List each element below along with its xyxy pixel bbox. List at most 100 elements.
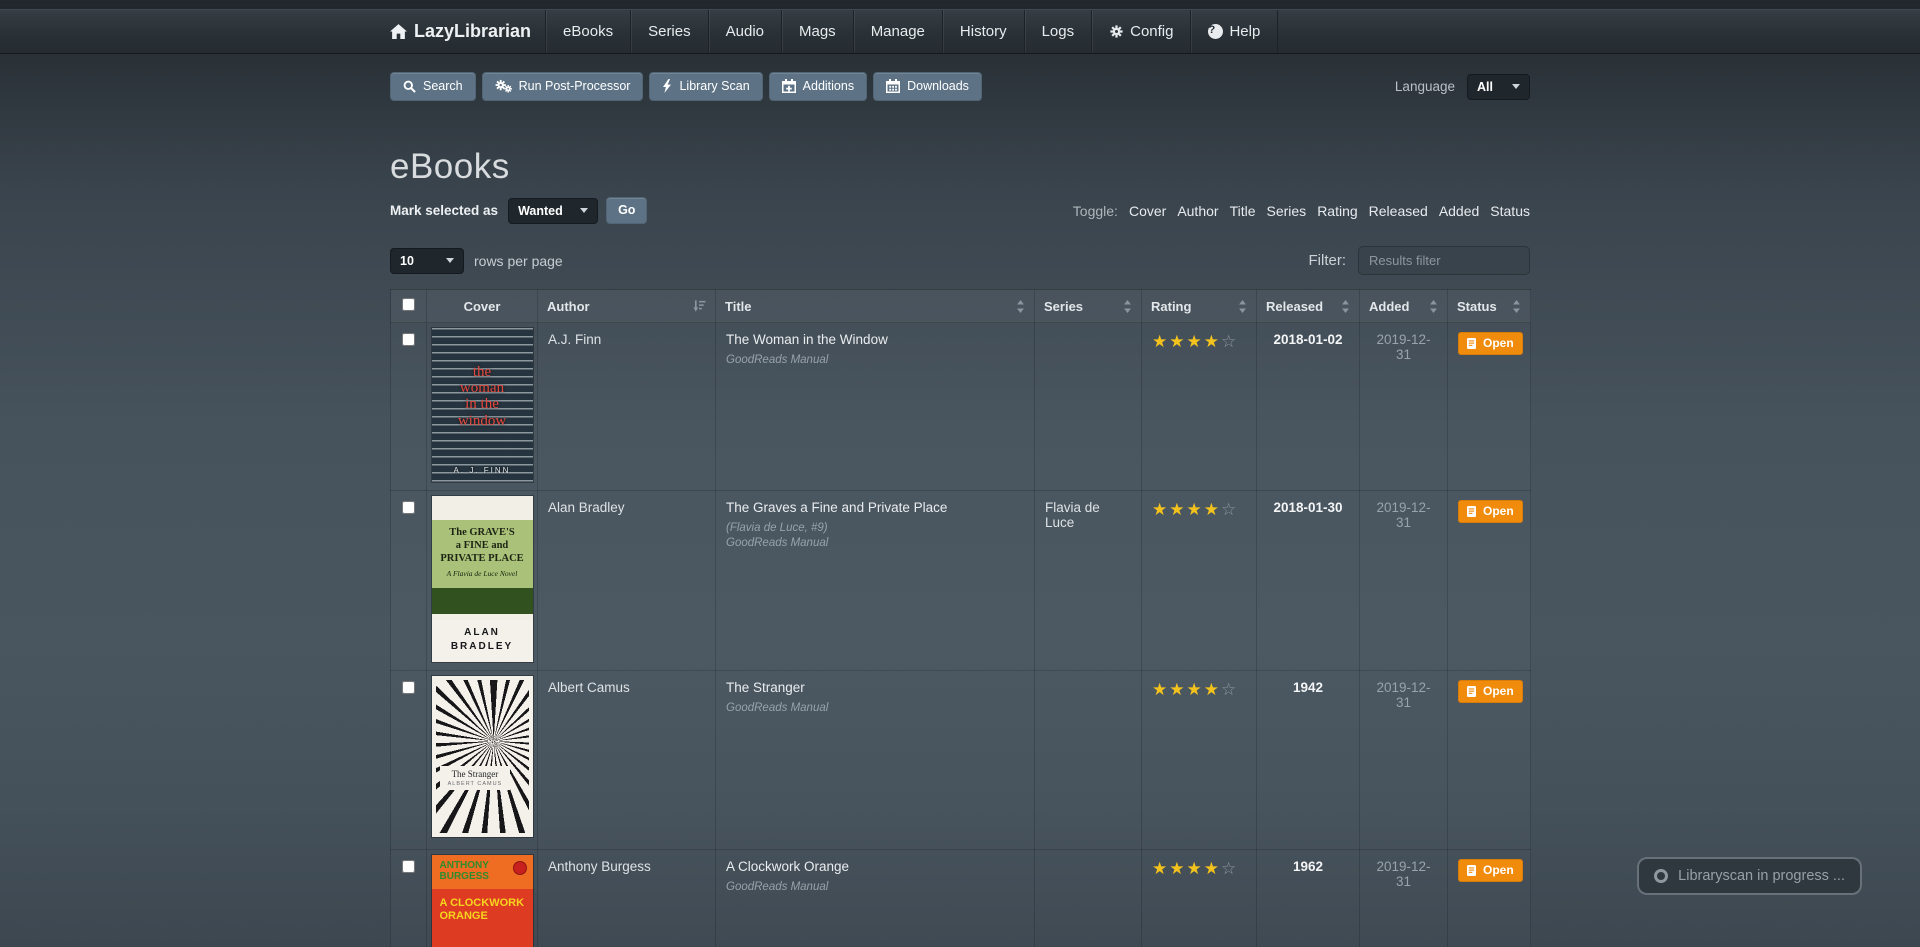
star-filled-icon: ★ <box>1169 500 1186 519</box>
gear-icon <box>1109 24 1124 39</box>
open-button[interactable]: Open <box>1458 680 1523 703</box>
toggle-author[interactable]: Author <box>1177 203 1218 219</box>
header-author[interactable]: Author <box>538 290 716 323</box>
star-filled-icon: ★ <box>1204 500 1221 519</box>
results-filter-input[interactable] <box>1358 246 1530 275</box>
star-empty-icon: ☆ <box>1221 680 1238 699</box>
nav-item-history[interactable]: History <box>942 10 1024 53</box>
toggle-status[interactable]: Status <box>1490 203 1530 219</box>
series-cell <box>1035 671 1142 850</box>
book-icon <box>1467 865 1478 876</box>
book-icon <box>1467 338 1478 349</box>
added-cell: 2019-12-31 <box>1360 850 1448 947</box>
sort-amount-icon[interactable] <box>693 300 706 312</box>
toggle-title[interactable]: Title <box>1230 203 1256 219</box>
row-checkbox[interactable] <box>402 681 415 694</box>
language-select[interactable]: All <box>1467 74 1530 100</box>
added-cell: 2019-12-31 <box>1360 491 1448 671</box>
rating-stars: ★★★★☆ <box>1152 859 1238 878</box>
additions-button[interactable]: Additions <box>769 72 867 101</box>
nav-item-mags[interactable]: Mags <box>781 10 853 53</box>
nav-item-logs[interactable]: Logs <box>1024 10 1092 53</box>
toggle-rating[interactable]: Rating <box>1317 203 1357 219</box>
book-source: GoodReads Manual <box>726 702 1024 714</box>
sort-icon[interactable] <box>1512 300 1521 313</box>
rows-per-page-select[interactable]: 10 <box>390 248 464 274</box>
book-title-link[interactable]: The Graves a Fine and Private Place <box>726 500 947 515</box>
cover-badge <box>513 861 527 875</box>
header-added[interactable]: Added <box>1360 290 1448 323</box>
header-series[interactable]: Series <box>1035 290 1142 323</box>
column-toggle-bar: Toggle: Cover Author Title Series Rating… <box>1073 203 1530 219</box>
mark-selected-label: Mark selected as <box>390 203 498 218</box>
library-scan-button[interactable]: Library Scan <box>649 72 762 101</box>
series-cell <box>1035 850 1142 947</box>
row-checkbox[interactable] <box>402 333 415 346</box>
main-nav: eBooks Series Audio Mags Manage History … <box>545 10 1278 53</box>
toggle-cover[interactable]: Cover <box>1129 203 1166 219</box>
sort-icon[interactable] <box>1123 300 1132 313</box>
open-button[interactable]: Open <box>1458 332 1523 355</box>
calendar-icon <box>886 79 900 93</box>
nav-item-config[interactable]: Config <box>1091 10 1190 53</box>
toggle-added[interactable]: Added <box>1439 203 1479 219</box>
nav-item-series[interactable]: Series <box>630 10 708 53</box>
downloads-button[interactable]: Downloads <box>873 72 982 101</box>
table-row: The Stranger ALBERT CAMUS Albert Camus T… <box>391 671 1531 850</box>
brand-link[interactable]: LazyLibrarian <box>390 10 531 53</box>
book-cover[interactable]: The GRAVE'S a FINE and PRIVATE PLACE A F… <box>432 496 533 662</box>
open-button[interactable]: Open <box>1458 859 1523 882</box>
released-cell: 2018-01-02 <box>1257 323 1360 491</box>
toggle-series[interactable]: Series <box>1267 203 1307 219</box>
header-status[interactable]: Status <box>1448 290 1531 323</box>
book-cover[interactable]: ANTHONY BURGESS A CLOCKWORK ORANGE <box>432 855 533 947</box>
sort-icon[interactable] <box>1429 300 1438 313</box>
row-checkbox[interactable] <box>402 860 415 873</box>
nav-item-ebooks[interactable]: eBooks <box>545 10 630 53</box>
open-button[interactable]: Open <box>1458 500 1523 523</box>
select-all-checkbox[interactable] <box>402 298 415 311</box>
go-button[interactable]: Go <box>606 197 647 224</box>
book-source: GoodReads Manual <box>726 354 1024 366</box>
run-post-processor-button[interactable]: Run Post-Processor <box>482 72 644 101</box>
star-filled-icon: ★ <box>1187 680 1204 699</box>
series-cell: Flavia de Luce <box>1035 491 1142 671</box>
star-filled-icon: ★ <box>1204 859 1221 878</box>
book-icon <box>1467 686 1478 697</box>
toggle-label: Toggle: <box>1073 203 1118 219</box>
book-title-link[interactable]: The Stranger <box>726 680 805 695</box>
added-cell: 2019-12-31 <box>1360 671 1448 850</box>
book-cover[interactable]: the woman in the window A. J. FINN <box>432 328 533 482</box>
header-title[interactable]: Title <box>716 290 1035 323</box>
table-row: ANTHONY BURGESS A CLOCKWORK ORANGE Antho… <box>391 850 1531 947</box>
home-icon <box>390 24 407 39</box>
search-button[interactable]: Search <box>390 72 476 101</box>
nav-item-manage[interactable]: Manage <box>853 10 942 53</box>
rows-per-page-label: rows per page <box>474 253 563 269</box>
rating-stars: ★★★★☆ <box>1152 680 1238 699</box>
header-released[interactable]: Released <box>1257 290 1360 323</box>
caret-down-icon <box>580 208 588 213</box>
book-cover[interactable]: The Stranger ALBERT CAMUS <box>432 676 533 837</box>
toggle-released[interactable]: Released <box>1369 203 1428 219</box>
language-label: Language <box>1395 79 1455 94</box>
nav-item-help[interactable]: Help <box>1190 10 1277 53</box>
book-title-link[interactable]: A Clockwork Orange <box>726 859 849 874</box>
bolt-icon <box>662 79 672 93</box>
row-checkbox[interactable] <box>402 501 415 514</box>
mark-status-select[interactable]: Wanted <box>508 198 598 224</box>
rating-stars: ★★★★☆ <box>1152 500 1238 519</box>
sort-icon[interactable] <box>1016 300 1025 313</box>
sort-icon[interactable] <box>1238 300 1247 313</box>
caret-down-icon <box>1512 84 1520 89</box>
author-cell: Albert Camus <box>538 671 716 850</box>
released-cell: 1942 <box>1257 671 1360 850</box>
calendar-plus-icon <box>782 79 796 93</box>
header-rating[interactable]: Rating <box>1142 290 1257 323</box>
book-title-link[interactable]: The Woman in the Window <box>726 332 888 347</box>
spinner-icon <box>1654 869 1668 883</box>
nav-item-audio[interactable]: Audio <box>708 10 781 53</box>
star-empty-icon: ☆ <box>1221 500 1238 519</box>
brand-label: LazyLibrarian <box>414 21 531 42</box>
sort-icon[interactable] <box>1341 300 1350 313</box>
